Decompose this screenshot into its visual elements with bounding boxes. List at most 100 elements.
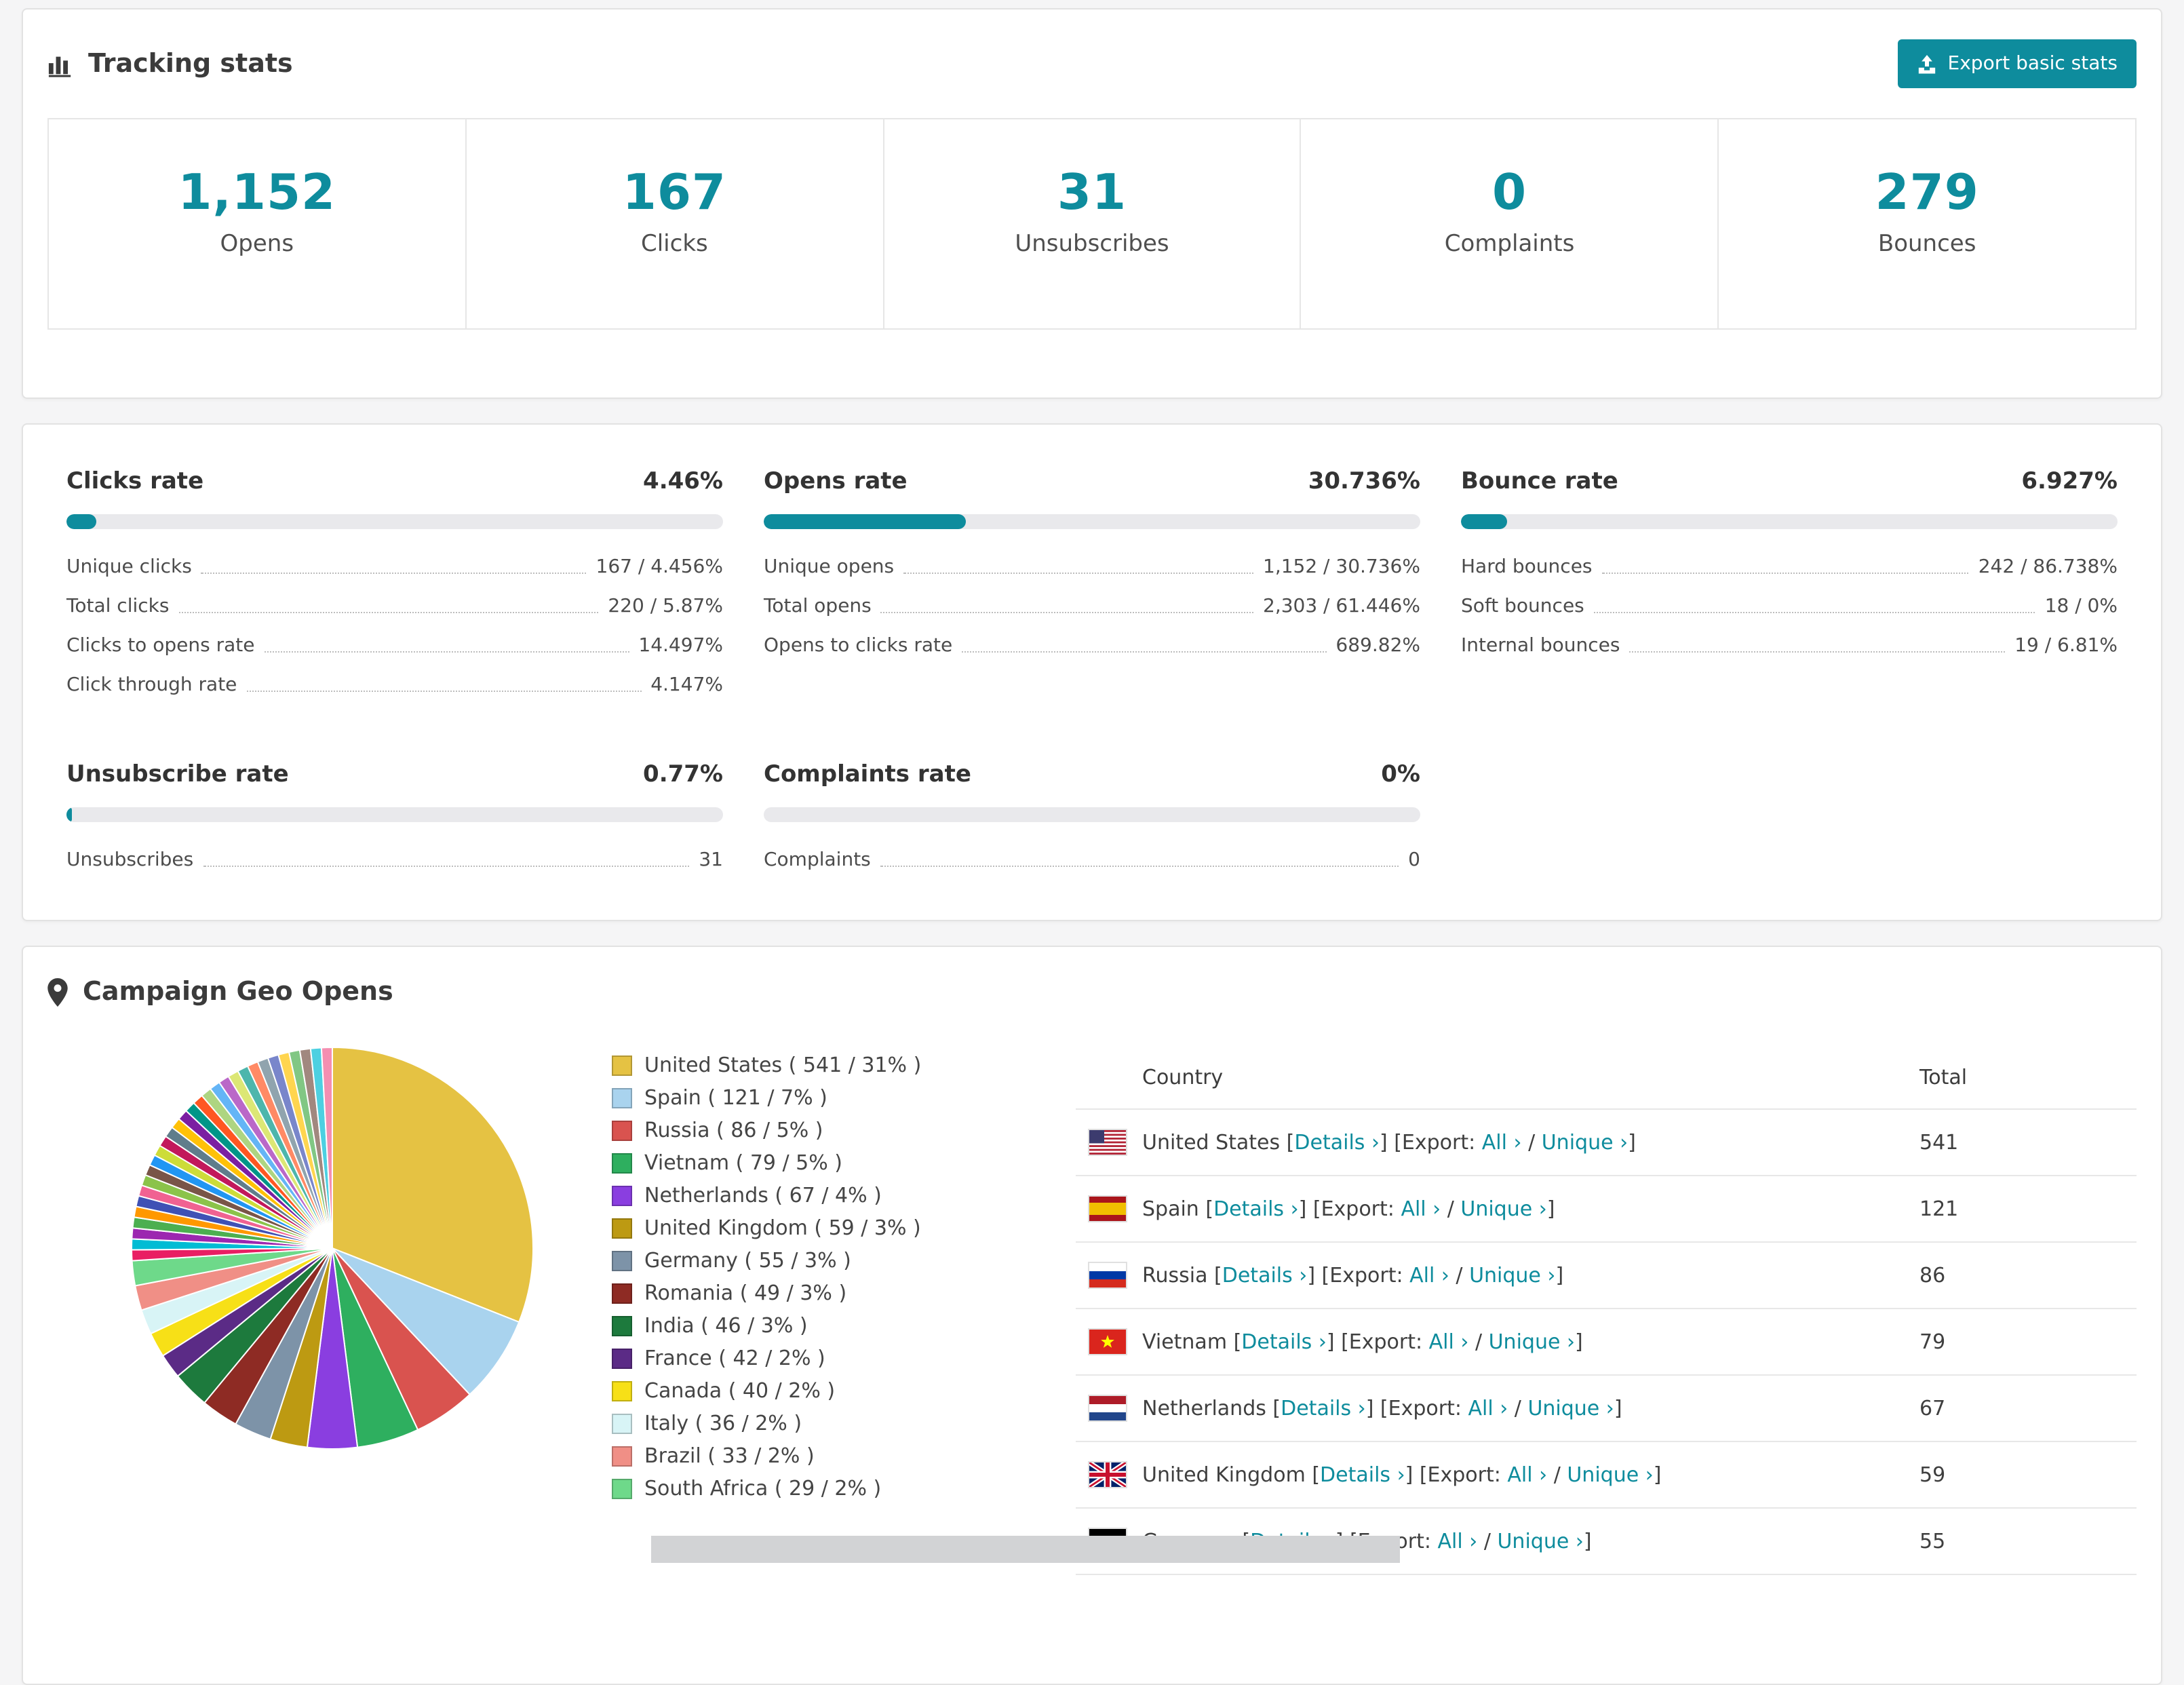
stat-clicks: 167 Clicks — [465, 119, 883, 328]
legend-label: Russia ( 86 / 5% ) — [644, 1118, 823, 1142]
metric-label: Unique clicks — [66, 556, 192, 578]
export-all-link[interactable]: All › — [1401, 1197, 1441, 1221]
legend-item: South Africa ( 29 / 2% ) — [612, 1476, 1019, 1500]
total-cell: 79 — [1919, 1330, 1946, 1354]
export-all-link[interactable]: All › — [1482, 1130, 1522, 1155]
rate-block-unsubscribe-rate: Unsubscribe rate 0.77% Unsubscribes 31 — [66, 761, 723, 871]
country-cell: Vietnam [Details ›] [Export: All › / Uni… — [1142, 1330, 1583, 1354]
geo-pie-chart — [129, 1045, 536, 1452]
metric-row: Internal bounces 19 / 6.81% — [1461, 635, 2118, 657]
stat-value: 279 — [1875, 166, 1979, 221]
legend-label: Brazil ( 33 / 2% ) — [644, 1444, 815, 1468]
rate-block-clicks-rate: Clicks rate 4.46% Unique clicks 167 / 4.… — [66, 468, 723, 696]
rate-value: 30.736% — [1308, 468, 1420, 495]
metric-value: 4.147% — [650, 674, 723, 696]
tracking-stats-title-text: Tracking stats — [88, 49, 293, 79]
geo-header: Campaign Geo Opens — [23, 947, 2161, 1031]
rates-grid: Clicks rate 4.46% Unique clicks 167 / 4.… — [66, 468, 2118, 871]
export-all-link[interactable]: All › — [1429, 1330, 1469, 1354]
legend-label: France ( 42 / 2% ) — [644, 1346, 825, 1370]
export-all-link[interactable]: All › — [1409, 1263, 1449, 1287]
geo-table-row: Spain [Details ›] [Export: All › / Uniqu… — [1076, 1176, 2137, 1243]
legend-item: France ( 42 / 2% ) — [612, 1346, 1019, 1370]
dotted-leader — [201, 573, 587, 574]
metric-value: 2,303 / 61.446% — [1263, 596, 1420, 617]
country-cell: United Kingdom [Details ›] [Export: All … — [1142, 1463, 1662, 1487]
stat-bounces: 279 Bounces — [1717, 119, 2135, 328]
legend-label: Romania ( 49 / 3% ) — [644, 1281, 847, 1305]
country-cell: Spain [Details ›] [Export: All › / Uniqu… — [1142, 1197, 1555, 1221]
flag-es-icon — [1089, 1197, 1126, 1221]
legend-item: Brazil ( 33 / 2% ) — [612, 1444, 1019, 1468]
metric-label: Soft bounces — [1461, 596, 1584, 617]
rate-value: 0% — [1381, 761, 1420, 788]
export-unique-link[interactable]: Unique › — [1469, 1263, 1555, 1287]
legend-item: Canada ( 40 / 2% ) — [612, 1378, 1019, 1403]
flag-nl-icon — [1089, 1396, 1126, 1420]
metric-label: Unsubscribes — [66, 849, 194, 871]
legend-label: Spain ( 121 / 7% ) — [644, 1085, 827, 1110]
metric-row: Hard bounces 242 / 86.738% — [1461, 556, 2118, 578]
stat-label: Unsubscribes — [1015, 231, 1169, 258]
legend-label: United States ( 541 / 31% ) — [644, 1053, 922, 1077]
tracking-stats-card: Tracking stats Export basic stats 1,152 … — [22, 8, 2162, 399]
legend-swatch — [612, 1315, 632, 1336]
rates-card: Clicks rate 4.46% Unique clicks 167 / 4.… — [22, 423, 2162, 921]
rate-title: Unsubscribe rate — [66, 761, 289, 788]
campaign-geo-opens-card: Campaign Geo Opens United States ( 541 /… — [22, 946, 2162, 1685]
export-unique-link[interactable]: Unique › — [1489, 1330, 1575, 1354]
rate-value: 6.927% — [2021, 468, 2118, 495]
country-cell: Russia [Details ›] [Export: All › / Uniq… — [1142, 1263, 1564, 1287]
details-link[interactable]: Details › — [1213, 1197, 1299, 1221]
country-cell: Netherlands [Details ›] [Export: All › /… — [1142, 1396, 1622, 1420]
export-unique-link[interactable]: Unique › — [1527, 1396, 1614, 1420]
progress-fill — [764, 514, 966, 529]
metric-value: 19 / 6.81% — [2014, 635, 2118, 657]
rate-rows: Unique opens 1,152 / 30.736% Total opens… — [764, 556, 1420, 657]
export-unique-link[interactable]: Unique › — [1497, 1529, 1583, 1553]
export-basic-stats-button[interactable]: Export basic stats — [1897, 39, 2137, 88]
details-link[interactable]: Details › — [1281, 1396, 1366, 1420]
legend-swatch — [612, 1478, 632, 1498]
details-link[interactable]: Details › — [1222, 1263, 1308, 1287]
dotted-leader — [1601, 573, 1969, 574]
total-cell: 55 — [1919, 1529, 1946, 1553]
rate-head: Complaints rate 0% — [764, 761, 1420, 788]
dotted-leader — [264, 651, 629, 653]
legend-swatch — [612, 1153, 632, 1173]
metric-label: Total opens — [764, 596, 872, 617]
dotted-leader — [178, 612, 599, 613]
legend-item: Germany ( 55 / 3% ) — [612, 1248, 1019, 1273]
export-all-link[interactable]: All › — [1438, 1529, 1478, 1553]
total-cell: 121 — [1919, 1197, 1959, 1221]
geo-table-header: Country Total — [1076, 1046, 2137, 1110]
legend-label: Vietnam ( 79 / 5% ) — [644, 1150, 843, 1175]
details-link[interactable]: Details › — [1320, 1463, 1405, 1487]
metric-value: 689.82% — [1335, 635, 1420, 657]
geo-table-row: Netherlands [Details ›] [Export: All › /… — [1076, 1376, 2137, 1442]
total-column-header: Total — [1919, 1065, 1968, 1089]
metric-value: 18 / 0% — [2044, 596, 2118, 617]
details-link[interactable]: Details › — [1241, 1330, 1327, 1354]
stat-value: 167 — [622, 166, 727, 221]
export-unique-link[interactable]: Unique › — [1460, 1197, 1546, 1221]
export-unique-link[interactable]: Unique › — [1567, 1463, 1653, 1487]
metric-row: Complaints 0 — [764, 849, 1420, 871]
dotted-leader — [880, 612, 1253, 613]
legend-item: Romania ( 49 / 3% ) — [612, 1281, 1019, 1305]
details-link[interactable]: Details › — [1294, 1130, 1380, 1155]
rate-title: Complaints rate — [764, 761, 971, 788]
flag-us-icon — [1089, 1130, 1126, 1155]
export-unique-link[interactable]: Unique › — [1542, 1130, 1628, 1155]
metric-row: Total opens 2,303 / 61.446% — [764, 596, 1420, 617]
tracking-stats-title: Tracking stats — [47, 49, 293, 79]
export-all-link[interactable]: All › — [1507, 1463, 1547, 1487]
progress-track — [66, 514, 723, 529]
metric-row: Unique opens 1,152 / 30.736% — [764, 556, 1420, 578]
export-all-link[interactable]: All › — [1468, 1396, 1508, 1420]
export-basic-stats-label: Export basic stats — [1947, 53, 2118, 75]
horizontal-scrollbar-thumb[interactable] — [651, 1536, 1400, 1563]
legend-swatch — [612, 1120, 632, 1140]
legend-item: Italy ( 36 / 2% ) — [612, 1411, 1019, 1435]
legend-label: United Kingdom ( 59 / 3% ) — [644, 1216, 921, 1240]
